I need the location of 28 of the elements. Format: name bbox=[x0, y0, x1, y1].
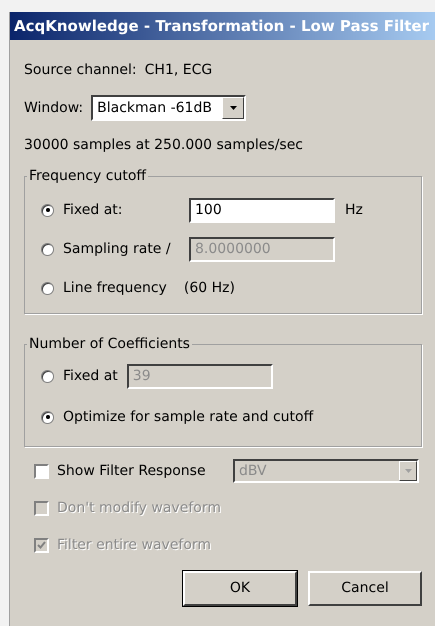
window-dropdown[interactable]: Blackman -61dB bbox=[91, 95, 246, 121]
radio-button[interactable] bbox=[41, 410, 54, 424]
radio-button[interactable] bbox=[41, 282, 54, 294]
radio-button[interactable] bbox=[41, 370, 54, 382]
radio-button[interactable] bbox=[41, 204, 54, 216]
radio-label[interactable]: Line frequency bbox=[63, 278, 167, 298]
radio-label[interactable]: Fixed at: bbox=[63, 200, 189, 220]
dropdown-arrow-icon bbox=[404, 469, 412, 473]
radio-button[interactable] bbox=[41, 242, 54, 256]
radio-label[interactable]: Sampling rate / bbox=[63, 238, 189, 260]
ok-button[interactable]: OK bbox=[183, 571, 297, 606]
samples-info: 30000 samples at 250.000 samples/sec bbox=[24, 136, 304, 155]
line-frequency-value: (60 Hz) bbox=[184, 278, 235, 298]
radio-label[interactable]: Fixed at bbox=[63, 366, 118, 386]
source-channel-value: CH1, ECG bbox=[144, 60, 212, 80]
group-title: Frequency cutoff bbox=[28, 167, 148, 186]
checkbox[interactable] bbox=[34, 464, 49, 478]
window-title: AcqKnowledge - Transformation - Low Pass Filter bbox=[10, 12, 435, 40]
checkbox-label[interactable]: Show Filter Response bbox=[57, 460, 233, 482]
group-title: Number of Coefficients bbox=[28, 335, 191, 354]
dropdown-arrow-icon bbox=[230, 106, 237, 110]
window-label: Window: bbox=[24, 98, 84, 118]
unit-label: Hz bbox=[345, 200, 363, 220]
text-field[interactable]: 100 bbox=[189, 198, 335, 222]
checkmark-icon bbox=[37, 541, 46, 549]
source-channel-label: Source channel: bbox=[24, 60, 137, 80]
radio-label[interactable]: Optimize for sample rate and cutoff bbox=[63, 406, 314, 428]
cancel-button[interactable]: Cancel bbox=[308, 571, 422, 606]
